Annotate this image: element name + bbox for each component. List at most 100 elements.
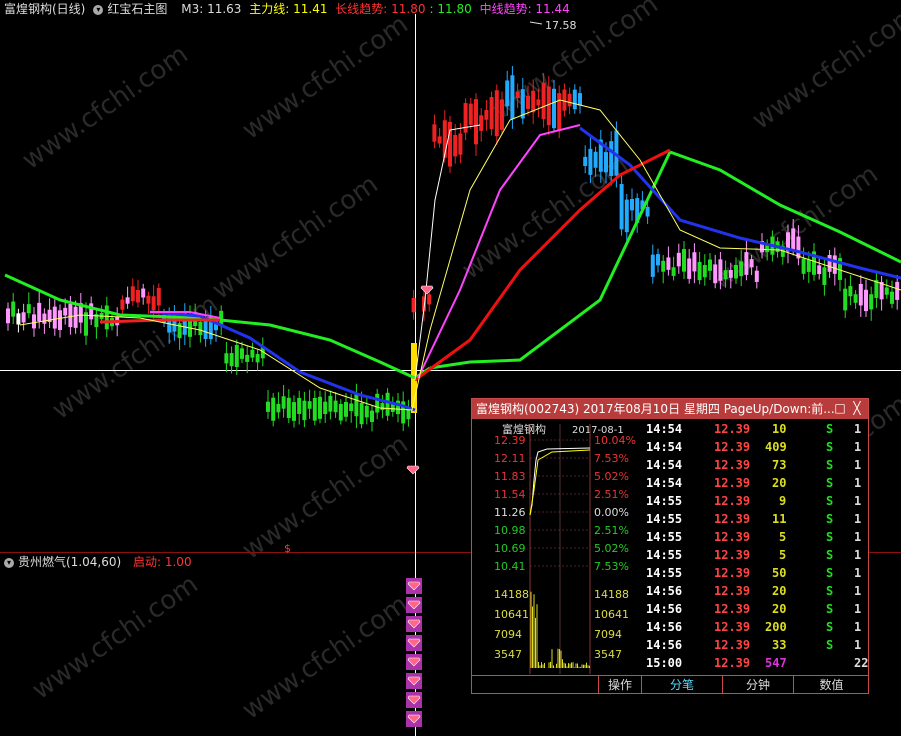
tick-price: 12.39	[714, 440, 751, 454]
tab-ticks[interactable]: 分笔	[641, 676, 722, 694]
candle	[286, 397, 291, 419]
peak-pointer	[529, 21, 543, 25]
candle	[505, 80, 510, 107]
tick-n: 1	[854, 638, 862, 652]
candle	[312, 397, 317, 421]
candle	[255, 354, 260, 363]
candle	[89, 303, 94, 320]
tick-price: 12.39	[714, 494, 751, 508]
tab-minute[interactable]: 分钟	[722, 676, 793, 694]
candle	[453, 134, 458, 157]
signal-mark: $	[284, 542, 291, 555]
tab-values[interactable]: 数值	[793, 676, 869, 694]
tick-vol: 10	[772, 422, 787, 436]
tick-price: 12.39	[714, 476, 751, 490]
tick-price: 12.39	[714, 512, 751, 526]
candle	[536, 99, 541, 106]
chevron-down-icon[interactable]: ▾	[4, 557, 14, 568]
candle	[11, 301, 16, 317]
tick-side: S	[826, 458, 834, 472]
tick-time: 14:54	[646, 476, 683, 490]
tick-time: 14:55	[646, 494, 683, 508]
mini-vol: 3547	[594, 648, 622, 661]
candle	[739, 261, 744, 277]
candle	[489, 97, 494, 130]
candle	[338, 403, 343, 421]
tick-n: 1	[854, 512, 862, 526]
candle	[744, 252, 749, 275]
candle	[848, 286, 853, 297]
tick-n: 1	[854, 602, 862, 616]
tick-detail-window[interactable]: 富煌钢构(002743) 2017年08月10日 星期四 PageUp/Down…	[471, 398, 869, 694]
long-trend-red	[414, 148, 671, 382]
mini-price: 10.41	[494, 560, 526, 573]
window-title-bar[interactable]: 富煌钢构(002743) 2017年08月10日 星期四 PageUp/Down…	[472, 399, 868, 419]
candle	[583, 156, 588, 167]
candle	[318, 396, 322, 419]
tick-vol: 50	[772, 566, 787, 580]
indicator-name[interactable]: 红宝石主图	[107, 2, 167, 16]
candle	[21, 312, 26, 323]
candle	[130, 286, 135, 302]
ruby-icon	[420, 285, 434, 295]
popup-tabs: 操作 分笔 分钟 数值	[472, 675, 868, 694]
tick-n: 1	[854, 548, 862, 562]
minimize-icon[interactable]: □	[834, 402, 846, 414]
tick-row: 14:55 12.39 9 S 1	[646, 492, 868, 510]
candle	[557, 93, 562, 131]
tick-vol: 9	[779, 494, 787, 508]
candle	[624, 199, 629, 233]
watermark: www.cfchi.com	[237, 429, 414, 565]
candle	[323, 401, 328, 415]
candle	[765, 245, 770, 253]
candle	[198, 321, 203, 336]
candle	[266, 401, 270, 412]
tick-row: 14:55 12.39 5 S 1	[646, 546, 868, 564]
tick-price: 12.39	[714, 458, 751, 472]
candle	[858, 283, 863, 306]
tab-operation[interactable]: 操作	[598, 676, 641, 694]
mini-price: 10.69	[494, 542, 526, 555]
chevron-down-icon[interactable]: ▾	[93, 4, 104, 15]
tick-price: 12.39	[714, 620, 751, 634]
mini-pct: 7.53%	[594, 560, 629, 573]
tick-row: 14:54 12.39 73 S 1	[646, 456, 868, 474]
candle	[832, 255, 837, 274]
candle	[6, 308, 10, 324]
tick-side: S	[826, 512, 834, 526]
candle	[645, 206, 650, 217]
tick-time: 14:55	[646, 566, 683, 580]
candle	[68, 303, 73, 328]
candle	[827, 254, 832, 272]
tick-price: 12.39	[714, 602, 751, 616]
candle	[42, 313, 47, 324]
mini-price: 12.39	[494, 434, 526, 447]
candle	[380, 403, 385, 411]
candle	[817, 265, 822, 275]
mini-vol: 10641	[594, 608, 629, 621]
candle	[297, 397, 302, 414]
tick-vol: 5	[779, 530, 787, 544]
watermark: www.cfchi.com	[237, 9, 414, 145]
mid-trend-value: 中线趋势: 11.44	[479, 2, 570, 16]
candle	[370, 410, 374, 422]
tick-time: 14:55	[646, 512, 683, 526]
mini-pct: 2.51%	[594, 524, 629, 537]
watermark: www.cfchi.com	[207, 169, 384, 305]
candle	[702, 265, 707, 278]
tick-time: 14:56	[646, 584, 683, 598]
tick-time: 15:00	[646, 656, 683, 670]
candle	[375, 393, 380, 413]
sub-indicator-name[interactable]: 贵州燃气(1.04,60)	[18, 555, 121, 569]
candle	[749, 259, 754, 268]
candle	[234, 344, 239, 368]
tick-row: 14:56 12.39 33 S 1	[646, 636, 868, 654]
tick-side: S	[826, 440, 834, 454]
close-icon[interactable]: ╳	[851, 402, 863, 414]
tick-vol: 20	[772, 584, 787, 598]
candle	[224, 353, 229, 364]
mini-pct: 5.02%	[594, 542, 629, 555]
stock-name: 富煌钢构(日线)	[4, 2, 86, 16]
candle	[458, 133, 463, 155]
mini-pct: 2.51%	[594, 488, 629, 501]
